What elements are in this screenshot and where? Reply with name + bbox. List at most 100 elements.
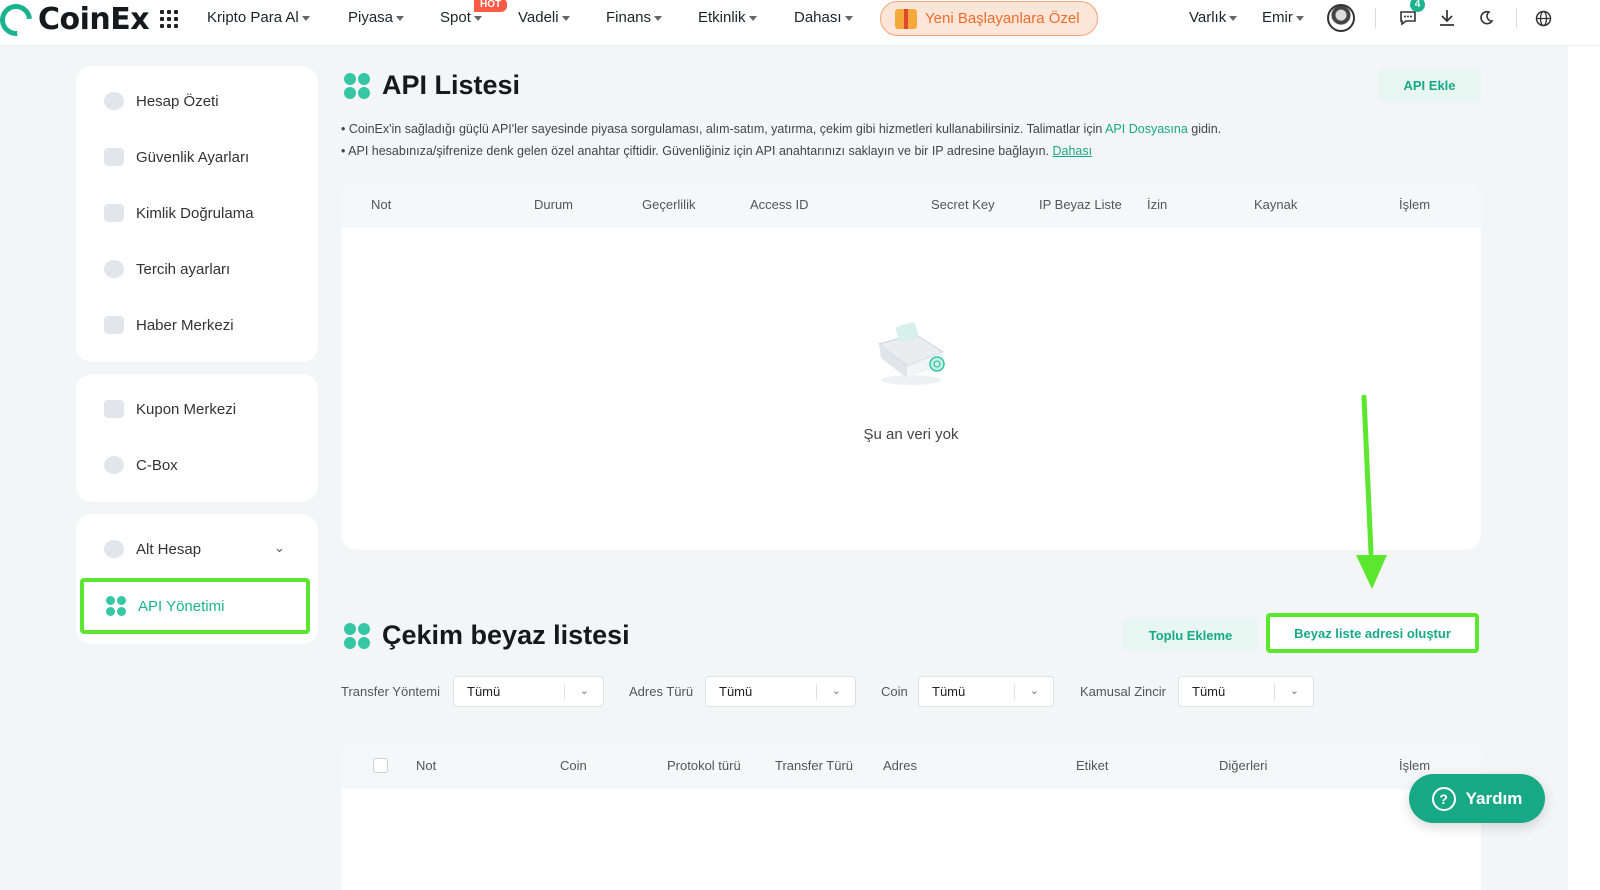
api-icon (344, 72, 370, 99)
nav-dahasi[interactable]: Dahası (794, 9, 853, 26)
sidebar-item-alt-hesap[interactable]: Alt Hesap (104, 540, 201, 558)
column-header: Durum (534, 197, 574, 212)
sidebar-account-group: Hesap Özeti Güvenlik Ayarları Kimlik Doğ… (76, 66, 318, 362)
empty-state-illustration (877, 322, 945, 385)
section-title: Çekim beyaz listesi (382, 620, 630, 650)
info-line-1: • CoinEx'in sağladığı güçlü API'ler saye… (341, 118, 1221, 140)
filter-label: Kamusal Zincir (1080, 684, 1166, 699)
nav-emir[interactable]: Emir (1262, 9, 1304, 26)
nav-label: Finans (606, 9, 652, 26)
nav-label: Vadeli (518, 9, 559, 26)
nav-finans[interactable]: Finans (606, 9, 663, 26)
globe-icon[interactable] (1533, 8, 1553, 28)
column-header: Diğerleri (1219, 758, 1268, 773)
column-header: Not (371, 197, 392, 212)
caret-down-icon (473, 16, 482, 21)
column-header: Not (416, 758, 437, 773)
brand-name: CoinEx (38, 2, 150, 37)
column-header: IP Beyaz Liste (1039, 197, 1122, 212)
nav-label: Piyasa (348, 9, 394, 26)
divider (1375, 8, 1376, 28)
coinex-logo[interactable]: CoinEx (0, 0, 150, 43)
column-header: Access ID (750, 197, 809, 212)
table-header: Not Coin Protokol türü Transfer Türü Adr… (341, 743, 1481, 789)
nav-piyasa[interactable]: Piyasa (348, 9, 405, 26)
sidebar-item-label: Tercih ayarları (136, 260, 231, 278)
nav-varlik[interactable]: Varlık (1189, 9, 1238, 26)
add-api-button[interactable]: API Ekle (1378, 69, 1481, 101)
chevron-down-icon[interactable]: ⌄ (274, 540, 285, 556)
info-text: gidin. (1187, 122, 1222, 136)
sidebar-item-label: Haber Merkezi (136, 316, 234, 334)
scrollbar-track[interactable] (1568, 46, 1600, 890)
help-label: Yardım (1465, 788, 1523, 808)
caret-down-icon (1295, 16, 1304, 21)
caret-down-icon (654, 16, 663, 21)
api-docs-link[interactable]: API Dosyasına (1105, 122, 1188, 136)
column-header: Transfer Türü (775, 758, 854, 773)
nav-label: Etkinlik (698, 9, 746, 26)
info-line-2: • API hesabınıza/şifrenize denk gelen öz… (341, 140, 1221, 162)
download-icon[interactable] (1437, 8, 1457, 28)
caret-down-icon (301, 16, 310, 21)
sidebar-item-tercih[interactable]: Tercih ayarları (104, 260, 230, 278)
box-icon (104, 456, 124, 474)
apps-grid-icon[interactable] (160, 10, 178, 28)
filter-label: Transfer Yöntemi (341, 684, 440, 699)
public-chain-select[interactable]: Tümü ⌄ (1178, 676, 1314, 707)
sidebar-item-hesap-ozeti[interactable]: Hesap Özeti (104, 92, 219, 110)
info-text: • API hesabınıza/şifrenize denk gelen öz… (341, 144, 1053, 158)
sidebar-item-kupon[interactable]: Kupon Merkezi (104, 400, 236, 418)
sidebar-item-api-yonetimi[interactable]: API Yönetimi (80, 578, 310, 634)
nav-label: Dahası (794, 9, 842, 26)
api-table: Not Durum Geçerlilik Access ID Secret Ke… (341, 182, 1481, 550)
sidebar-item-label: Güvenlik Ayarları (136, 148, 250, 166)
top-navbar: CoinEx Kripto Para Al Piyasa Spot HOT Va… (0, 0, 1600, 46)
caret-down-icon (748, 16, 757, 21)
divider (1516, 8, 1517, 28)
question-icon: ? (1431, 786, 1456, 811)
column-header: Secret Key (931, 197, 995, 212)
nav-vadeli[interactable]: Vadeli (518, 9, 570, 26)
nav-kripto-para-al[interactable]: Kripto Para Al (207, 9, 310, 26)
user-group-icon (104, 540, 124, 558)
user-avatar[interactable] (1327, 4, 1355, 32)
select-value: Tümü (932, 684, 966, 699)
select-value: Tümü (467, 684, 501, 699)
sidebar-item-cbox[interactable]: C-Box (104, 456, 178, 474)
sidebar-item-label: API Yönetimi (138, 597, 225, 615)
create-whitelist-address-button[interactable]: Beyaz liste adresi oluştur (1266, 613, 1479, 653)
caret-down-icon (561, 16, 570, 21)
notification-count-badge: 4 (1410, 0, 1425, 12)
nav-etkinlik[interactable]: Etkinlik (698, 9, 757, 26)
beginner-promo-button[interactable]: Yeni Başlayanlara Özel (880, 1, 1098, 36)
help-button[interactable]: ? Yardım (1409, 774, 1545, 823)
transfer-method-select[interactable]: Tümü ⌄ (453, 676, 604, 707)
sidebar-item-label: C-Box (136, 456, 178, 474)
whitelist-table: Not Coin Protokol türü Transfer Türü Adr… (341, 743, 1481, 890)
shield-icon (104, 148, 124, 166)
select-all-checkbox[interactable] (373, 758, 388, 773)
promo-label: Yeni Başlayanlara Özel (925, 10, 1080, 27)
column-header: Geçerlilik (642, 197, 696, 212)
coin-select[interactable]: Tümü ⌄ (918, 676, 1054, 707)
sidebar-item-label: Alt Hesap (136, 540, 202, 558)
page-title: API Listesi (382, 70, 521, 100)
sidebar-item-kimlik[interactable]: Kimlik Doğrulama (104, 204, 254, 222)
nav-label: Emir (1262, 9, 1293, 26)
whitelist-heading: Çekim beyaz listesi (344, 620, 630, 651)
column-header: İşlem (1399, 758, 1431, 773)
id-card-icon (104, 204, 124, 222)
select-value: Tümü (1192, 684, 1226, 699)
sidebar-item-haber[interactable]: Haber Merkezi (104, 316, 234, 334)
more-link[interactable]: Dahası (1053, 144, 1093, 158)
sidebar-item-guvenlik[interactable]: Güvenlik Ayarları (104, 148, 249, 166)
sidebar-item-label: Kimlik Doğrulama (136, 204, 254, 222)
bulk-add-button[interactable]: Toplu Ekleme (1123, 619, 1258, 651)
column-header: Etiket (1076, 758, 1109, 773)
select-value: Tümü (719, 684, 753, 699)
news-icon (104, 316, 124, 334)
sidebar-item-label: Kupon Merkezi (136, 400, 237, 418)
address-type-select[interactable]: Tümü ⌄ (705, 676, 856, 707)
dark-mode-icon[interactable] (1476, 8, 1496, 28)
